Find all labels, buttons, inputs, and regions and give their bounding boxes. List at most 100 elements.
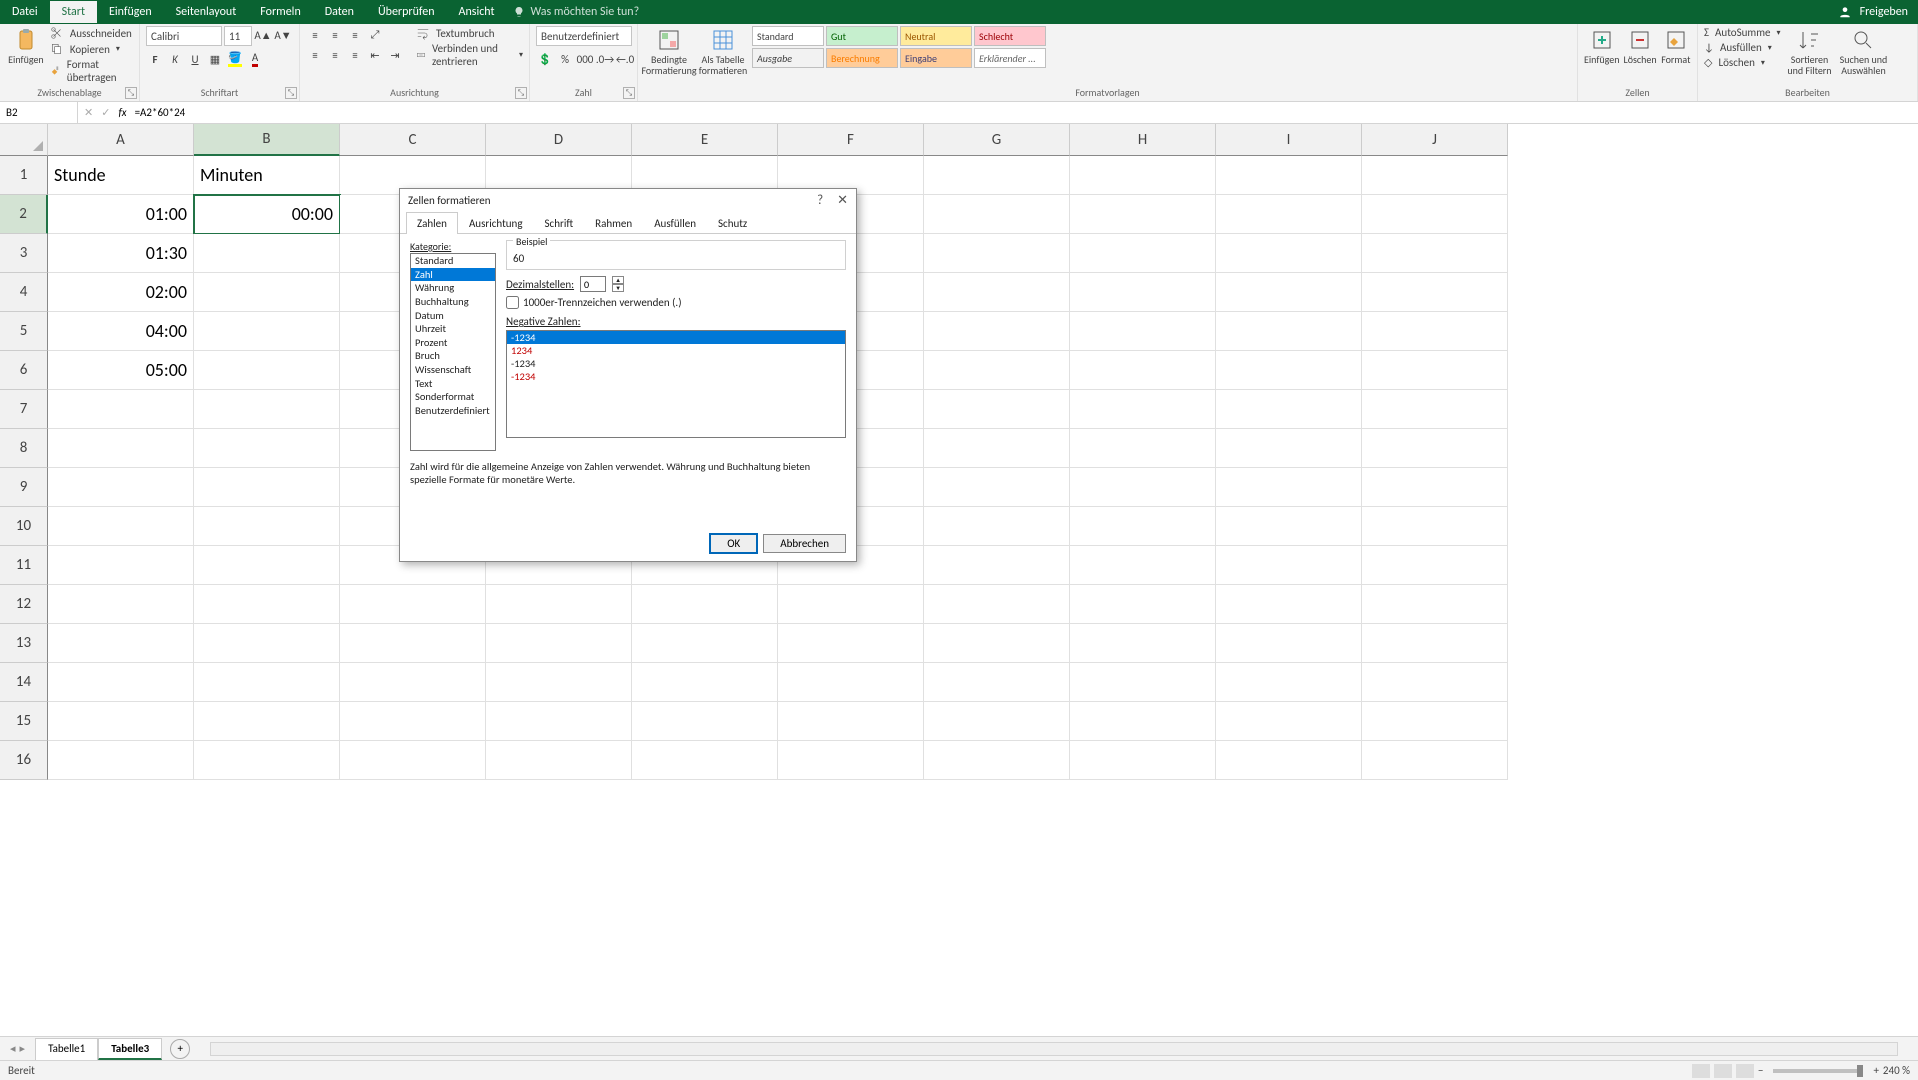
row-header[interactable]: 15 — [0, 702, 48, 741]
thousands-separator-checkbox[interactable] — [506, 296, 519, 309]
cell[interactable] — [1070, 624, 1216, 663]
align-mid-button[interactable]: ≡ — [326, 26, 344, 44]
column-header-C[interactable]: C — [340, 124, 486, 156]
align-center-button[interactable]: ≡ — [326, 46, 344, 64]
cell[interactable] — [194, 390, 340, 429]
confirm-formula-icon[interactable]: ✓ — [101, 106, 110, 119]
outdent-button[interactable]: ⇤ — [366, 46, 384, 64]
row-header[interactable]: 4 — [0, 273, 48, 312]
cell[interactable]: 01:00 — [48, 195, 194, 234]
cell[interactable] — [1070, 429, 1216, 468]
cell[interactable] — [486, 624, 632, 663]
cell[interactable] — [1362, 429, 1508, 468]
negative-option[interactable]: -1234 — [507, 357, 845, 370]
cell[interactable] — [1216, 585, 1362, 624]
cell[interactable] — [1216, 390, 1362, 429]
dialog-close-button[interactable]: ✕ — [837, 193, 848, 208]
horizontal-scrollbar[interactable] — [210, 1042, 1898, 1056]
clear-button[interactable]: ◇Löschen▾ — [1704, 56, 1780, 69]
style-schlecht[interactable]: Schlecht — [974, 26, 1046, 46]
menu-tab-seitenlayout[interactable]: Seitenlayout — [164, 1, 249, 23]
dialog-tab-zahlen[interactable]: Zahlen — [406, 212, 458, 234]
cell[interactable] — [924, 585, 1070, 624]
row-header[interactable]: 1 — [0, 156, 48, 195]
cell[interactable] — [194, 507, 340, 546]
cell[interactable] — [924, 156, 1070, 195]
cell[interactable] — [778, 702, 924, 741]
fill-color-button[interactable]: 🪣 — [226, 50, 244, 68]
cell[interactable] — [1216, 546, 1362, 585]
font-name-combo[interactable]: Calibri — [146, 26, 222, 46]
cell[interactable] — [1216, 312, 1362, 351]
cell[interactable] — [194, 663, 340, 702]
decimals-spin-down[interactable]: ▼ — [612, 284, 624, 292]
decimals-spin-up[interactable]: ▲ — [612, 276, 624, 284]
cell[interactable] — [632, 663, 778, 702]
zoom-in-button[interactable]: + — [1873, 1064, 1878, 1077]
category-item[interactable]: Währung — [411, 281, 495, 295]
cell[interactable] — [486, 741, 632, 780]
menu-tab-überprüfen[interactable]: Überprüfen — [366, 1, 447, 23]
cell[interactable]: Minuten — [194, 156, 340, 195]
cell[interactable] — [1362, 741, 1508, 780]
menu-tab-formeln[interactable]: Formeln — [248, 1, 312, 23]
cell[interactable] — [1362, 351, 1508, 390]
conditional-formatting-button[interactable]: Bedingte Formatierung — [644, 26, 694, 76]
cell[interactable] — [1362, 702, 1508, 741]
cell[interactable] — [340, 663, 486, 702]
cell[interactable] — [924, 507, 1070, 546]
cell[interactable] — [1070, 273, 1216, 312]
name-box[interactable]: B2 — [0, 102, 78, 123]
cell[interactable] — [48, 663, 194, 702]
merge-center-button[interactable]: Verbinden und zentrieren▾ — [416, 42, 523, 68]
cell[interactable] — [1362, 507, 1508, 546]
delete-cells-button[interactable]: Löschen — [1624, 26, 1657, 65]
cell[interactable] — [778, 741, 924, 780]
select-all-corner[interactable] — [0, 124, 48, 156]
paste-button[interactable]: Einfügen — [6, 26, 46, 65]
zoom-slider[interactable] — [1773, 1069, 1863, 1073]
dialog-tab-ausfüllen[interactable]: Ausfüllen — [643, 212, 707, 234]
cell[interactable] — [194, 702, 340, 741]
style-erklar[interactable]: Erklärender ... — [974, 48, 1046, 68]
cell[interactable] — [778, 585, 924, 624]
style-eingabe[interactable]: Eingabe — [900, 48, 972, 68]
cell[interactable] — [340, 624, 486, 663]
inc-decimal-button[interactable]: .0→ — [596, 50, 614, 68]
cell[interactable] — [48, 507, 194, 546]
cell[interactable] — [778, 624, 924, 663]
cell[interactable] — [1216, 468, 1362, 507]
cell[interactable] — [1362, 156, 1508, 195]
cell[interactable] — [1216, 702, 1362, 741]
cell[interactable] — [194, 429, 340, 468]
decimals-input[interactable] — [580, 276, 606, 292]
column-header-D[interactable]: D — [486, 124, 632, 156]
cell[interactable] — [48, 546, 194, 585]
cell[interactable] — [1362, 546, 1508, 585]
cell[interactable] — [1362, 585, 1508, 624]
cell[interactable] — [194, 546, 340, 585]
cell[interactable] — [486, 663, 632, 702]
sort-filter-button[interactable]: Sortieren und Filtern — [1784, 26, 1834, 76]
cell[interactable] — [924, 312, 1070, 351]
row-header[interactable]: 13 — [0, 624, 48, 663]
cell[interactable] — [486, 702, 632, 741]
number-launcher[interactable]: ⤡ — [623, 87, 635, 99]
category-item[interactable]: Prozent — [411, 336, 495, 350]
style-neutral[interactable]: Neutral — [900, 26, 972, 46]
fill-button[interactable]: ↓Ausfüllen▾ — [1704, 41, 1780, 54]
cell[interactable] — [1070, 351, 1216, 390]
bold-button[interactable]: F — [146, 50, 164, 68]
row-header[interactable]: 10 — [0, 507, 48, 546]
ok-button[interactable]: OK — [710, 534, 757, 553]
percent-button[interactable]: % — [556, 50, 574, 68]
cell[interactable] — [1362, 624, 1508, 663]
font-size-combo[interactable]: 11 — [224, 26, 252, 46]
font-color-button[interactable]: A — [246, 50, 264, 68]
cut-button[interactable]: Ausschneiden — [50, 26, 133, 40]
cell[interactable] — [1070, 585, 1216, 624]
cell[interactable] — [632, 702, 778, 741]
find-select-button[interactable]: Suchen und Auswählen — [1838, 26, 1888, 76]
cell[interactable] — [924, 351, 1070, 390]
cell[interactable] — [1362, 273, 1508, 312]
